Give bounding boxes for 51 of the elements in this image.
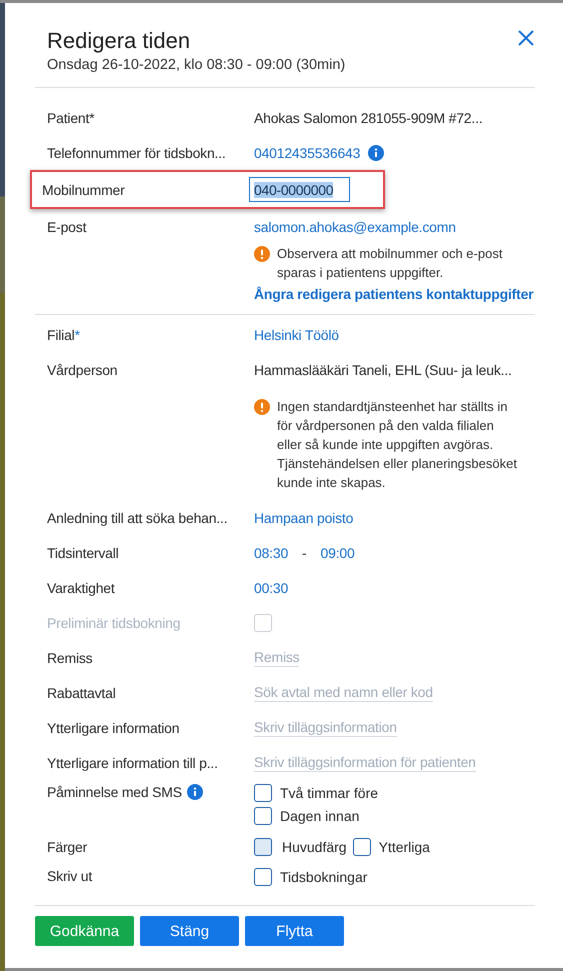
value-link[interactable]: salomon.ahokas@example.comn xyxy=(254,218,456,234)
field-label: Filial* xyxy=(47,326,80,342)
info-icon[interactable] xyxy=(186,784,203,800)
option-label: Ytterliga xyxy=(378,838,430,854)
field-label: Rabattavtal xyxy=(47,684,116,700)
field-value: Ahokas Salomon 281055-909M #72... xyxy=(254,110,484,126)
dialog-title: Redigera tiden xyxy=(47,27,192,55)
field-label: Anledning till att söka behan... xyxy=(47,510,228,526)
value-link[interactable]: Helsinki Töölö xyxy=(254,326,339,342)
warning-note: Ingen standardtjänsteenhet har ställts in för vårdpersonen på den valda filialen eller så kunde inte uppgiften avgöras. Tjänstehändelsen eller planeringsbesöket kunde inte skapas. xyxy=(277,398,518,492)
field-label: Telefonnummer för tidsbokn... xyxy=(47,144,226,160)
start-time-link[interactable]: 08:30 xyxy=(254,544,288,560)
field-label: Tidsintervall xyxy=(47,544,119,560)
dialog-button[interactable]: Stäng xyxy=(140,916,239,946)
field-label: Ytterligare information xyxy=(47,720,180,736)
field-label: Påminnelse med SMS xyxy=(47,784,182,800)
dialog-subtitle: Onsdag 26-10-2022, klo 08:30 - 09:00 (30min) xyxy=(47,56,346,75)
checkbox[interactable] xyxy=(352,838,371,856)
warning-icon xyxy=(254,399,270,415)
end-time-link[interactable]: 09:00 xyxy=(320,544,355,560)
checkbox[interactable] xyxy=(254,868,272,886)
checkbox[interactable] xyxy=(254,784,272,802)
field-label: E-post xyxy=(47,218,86,234)
option-label: Huvudfärg xyxy=(282,838,347,854)
field-label: Skriv ut xyxy=(47,868,92,884)
option-label: Dagen innan xyxy=(280,808,360,824)
value-link[interactable]: Hampaan poisto xyxy=(254,510,354,526)
dialog-button[interactable]: Godkänna xyxy=(35,916,134,946)
undo-link[interactable]: Ångra redigera patientens kontaktuppgifter xyxy=(254,286,534,302)
warning-note: Observera att mobilnummer och e-post sparas i patientens uppgifter. xyxy=(277,245,504,282)
field-label: Mobilnummer xyxy=(42,182,125,198)
range-separator: - xyxy=(302,544,307,560)
field-label: Preliminär tidsbokning xyxy=(47,614,180,630)
option-label: Två timmar före xyxy=(280,785,378,801)
field-label: Varaktighet xyxy=(47,580,115,596)
field-value: Hammaslääkäri Taneli, EHL (Suu- ja leuk... xyxy=(254,362,513,378)
close-icon[interactable] xyxy=(517,29,535,47)
value-link[interactable]: 00:30 xyxy=(254,580,288,596)
color-swatch[interactable] xyxy=(254,838,272,856)
option-label: Tidsbokningar xyxy=(280,869,368,885)
info-icon[interactable] xyxy=(368,144,384,160)
value-link[interactable]: 04012435536643 xyxy=(254,144,360,160)
checkbox[interactable] xyxy=(254,807,272,825)
field-label: Vårdperson xyxy=(47,362,118,378)
dialog-button[interactable]: Flytta xyxy=(245,916,344,946)
field-label: Ytterligare information till p... xyxy=(47,754,218,770)
field-label: Färger xyxy=(47,838,88,854)
input-field[interactable]: 040-0000000 xyxy=(249,177,350,202)
field-label: Remiss xyxy=(47,650,92,666)
warning-icon xyxy=(254,246,270,262)
field-label: Patient* xyxy=(47,110,94,126)
